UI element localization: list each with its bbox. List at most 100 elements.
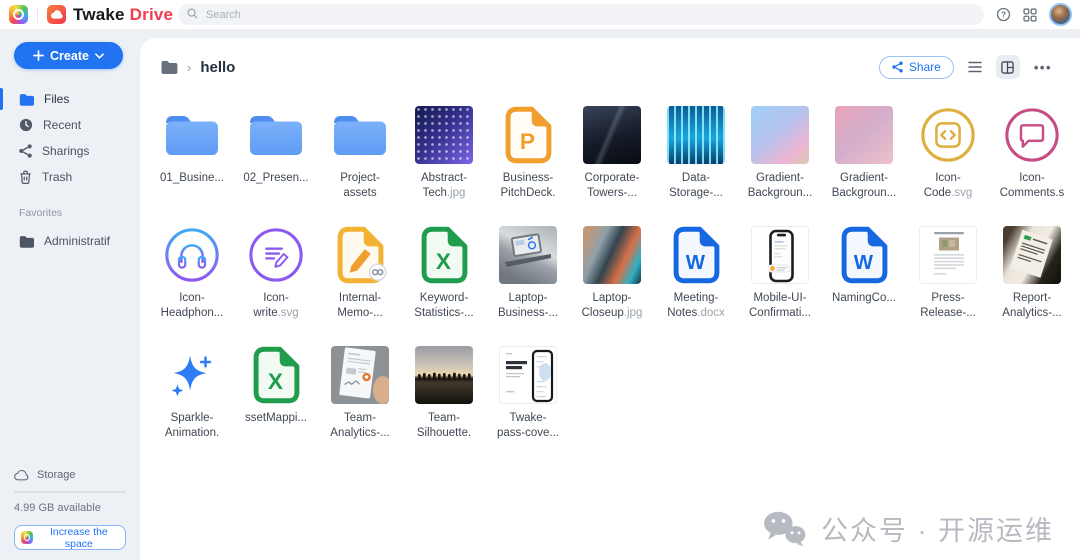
file-name: NamingCo... xyxy=(832,291,896,306)
file-item[interactable]: Data-Storage-... xyxy=(654,104,738,222)
search-bar[interactable] xyxy=(178,4,984,25)
help-icon[interactable]: ? xyxy=(996,7,1011,22)
file-icon-thumb-mobile xyxy=(751,224,809,286)
file-icon-folder xyxy=(163,104,221,166)
file-name: ssetMappi... xyxy=(245,411,307,426)
file-item[interactable]: WMeeting-Notes.docx xyxy=(654,224,738,342)
file-item[interactable]: Gradient-Backgroun... xyxy=(738,104,822,222)
file-icon-thumb-twakepass xyxy=(499,344,557,406)
file-item[interactable]: Team-Analytics-... xyxy=(318,344,402,462)
apps-rainbow-icon xyxy=(21,531,33,544)
file-item[interactable]: 02_Presen... xyxy=(234,104,318,222)
search-input[interactable] xyxy=(204,8,975,22)
twake-cloud-logo-icon[interactable] xyxy=(47,5,66,24)
file-icon-thumb-grad2 xyxy=(835,104,893,166)
file-name: Icon-write.svg xyxy=(253,291,298,321)
file-name: Internal-Memo-... xyxy=(337,291,382,321)
svg-text:W: W xyxy=(853,252,873,274)
favorites-section-label: Favorites xyxy=(19,207,140,219)
file-icon-thumb-towers xyxy=(583,104,641,166)
storage-available: 4.99 GB available xyxy=(14,502,126,514)
file-icon-thumb-laptop xyxy=(499,224,557,286)
file-name: Abstract-Tech.jpg xyxy=(421,171,467,201)
file-item[interactable]: Report-Analytics-... xyxy=(990,224,1074,342)
file-name: Laptop-Closeup.jpg xyxy=(582,291,643,321)
file-item[interactable]: Internal-Memo-... xyxy=(318,224,402,342)
sidebar-item-administratif[interactable]: Administratif xyxy=(0,228,140,254)
file-icon-doc-excel: X xyxy=(418,224,471,286)
grid-view-icon[interactable] xyxy=(996,55,1020,79)
page-title: hello xyxy=(200,59,235,76)
svg-text:?: ? xyxy=(1001,11,1006,20)
file-item[interactable]: XssetMappi... xyxy=(234,344,318,462)
file-icon-thumb-servers xyxy=(667,104,725,166)
file-name: Project-assets xyxy=(340,171,380,201)
file-name: Team-Silhouette. xyxy=(417,411,471,441)
share-icon xyxy=(19,144,32,158)
file-item[interactable]: Icon-Code.svg xyxy=(906,104,990,222)
file-icon-folder xyxy=(247,104,305,166)
file-icon-thumb-abstract xyxy=(415,104,473,166)
sidebar-nav: Files Recent Sharings Trash xyxy=(0,86,140,190)
top-bar: Twake Drive ? xyxy=(0,0,1080,30)
file-name: Gradient-Backgroun... xyxy=(748,171,813,201)
file-item[interactable]: PBusiness-PitchDeck. xyxy=(486,104,570,222)
sidebar-item-label: Recent xyxy=(43,118,81,132)
file-item[interactable]: Icon-Comments.s xyxy=(990,104,1074,222)
file-icon-icon-headphones xyxy=(163,224,221,286)
file-name: Team-Analytics-... xyxy=(330,411,389,441)
file-item[interactable]: Team-Silhouette. xyxy=(402,344,486,462)
file-icon-folder xyxy=(331,104,389,166)
file-name: Report-Analytics-... xyxy=(1002,291,1061,321)
breadcrumb[interactable]: › hello xyxy=(160,59,235,76)
folder-icon xyxy=(19,235,34,248)
breadcrumb-chevron: › xyxy=(187,60,191,75)
file-item[interactable]: Sparkle-Animation. xyxy=(150,344,234,462)
file-icon-doc-excel: X xyxy=(250,344,303,406)
increase-space-button[interactable]: Increase the space xyxy=(14,525,126,550)
sidebar-item-recent[interactable]: Recent xyxy=(0,112,140,138)
file-item[interactable]: Laptop-Closeup.jpg xyxy=(570,224,654,342)
file-item[interactable]: Twake-pass-cove... xyxy=(486,344,570,462)
file-item[interactable]: Icon-Headphon... xyxy=(150,224,234,342)
sidebar-item-label: Administratif xyxy=(44,234,110,248)
app-grid-icon[interactable] xyxy=(1023,8,1037,22)
sidebar-item-label: Files xyxy=(44,92,69,106)
file-item[interactable]: Press-Release-... xyxy=(906,224,990,342)
file-icon-thumb-grad1 xyxy=(751,104,809,166)
file-name: Gradient-Backgroun... xyxy=(832,171,897,201)
apps-rainbow-icon[interactable] xyxy=(9,5,28,24)
sidebar-item-trash[interactable]: Trash xyxy=(0,164,140,190)
file-extension: .jpg xyxy=(624,307,643,319)
create-label: Create xyxy=(50,49,89,63)
share-button[interactable]: Share xyxy=(879,56,954,79)
more-options-icon[interactable]: ••• xyxy=(1034,60,1052,75)
topbar-actions: ? xyxy=(996,0,1072,29)
file-icon-icon-write xyxy=(247,224,305,286)
file-item[interactable]: Gradient-Backgroun... xyxy=(822,104,906,222)
file-item[interactable]: Project-assets xyxy=(318,104,402,222)
file-extension: .docx xyxy=(697,307,725,319)
watermark: 公众号 · 开源运维 xyxy=(762,509,1054,548)
sidebar-item-files[interactable]: Files xyxy=(0,86,140,112)
watermark-text: 公众号 · 开源运维 xyxy=(821,509,1054,548)
file-item[interactable]: Mobile-UI-Confirmati... xyxy=(738,224,822,342)
svg-text:X: X xyxy=(267,369,282,394)
file-item[interactable]: Laptop-Business-... xyxy=(486,224,570,342)
create-button[interactable]: Create xyxy=(14,42,123,69)
file-item[interactable]: Abstract-Tech.jpg xyxy=(402,104,486,222)
user-avatar[interactable] xyxy=(1049,3,1072,26)
file-name: Corporate-Towers-... xyxy=(585,171,640,201)
file-item[interactable]: Icon-write.svg xyxy=(234,224,318,342)
file-name: Sparkle-Animation. xyxy=(165,411,219,441)
file-item[interactable]: 01_Busine... xyxy=(150,104,234,222)
storage-progress-bar xyxy=(14,491,126,493)
svg-text:X: X xyxy=(435,249,450,274)
file-item[interactable]: XKeyword-Statistics-... xyxy=(402,224,486,342)
file-icon-thumb-report xyxy=(1003,224,1061,286)
file-item[interactable]: W NamingCo... xyxy=(822,224,906,342)
sidebar-item-sharings[interactable]: Sharings xyxy=(0,138,140,164)
file-item[interactable]: Corporate-Towers-... xyxy=(570,104,654,222)
view-controls: Share ••• xyxy=(879,55,1052,79)
list-view-icon[interactable] xyxy=(968,61,982,73)
